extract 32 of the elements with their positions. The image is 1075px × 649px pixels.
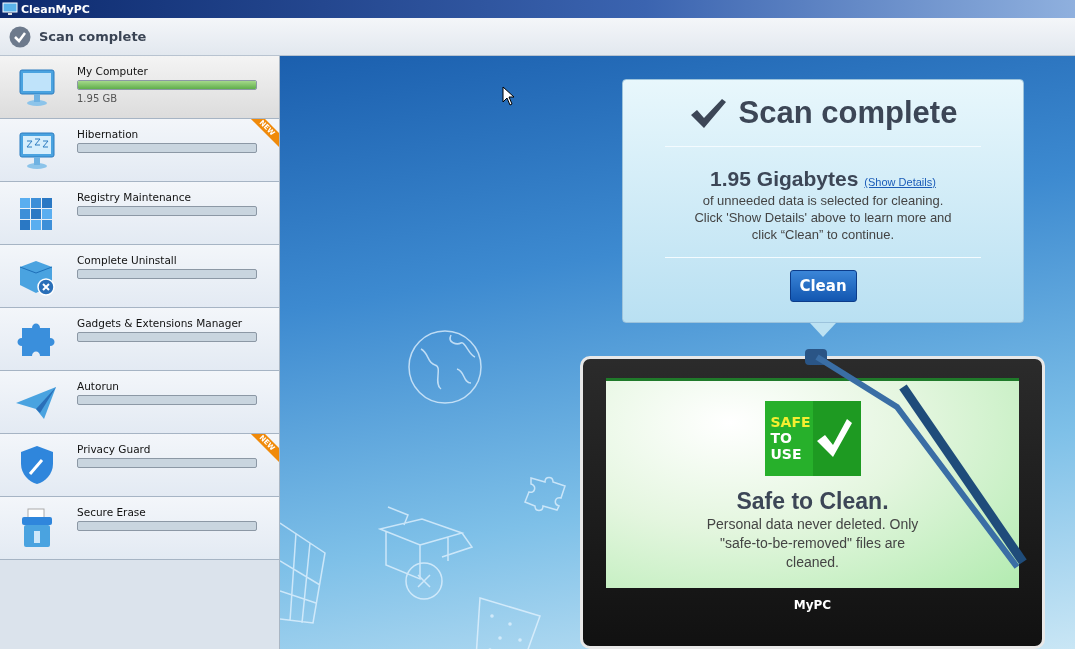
sidebar-item[interactable]: My Computer 1.95 GB [0,56,279,119]
item-size: 1.95 GB [77,93,119,104]
safe-message: Personal data never deleted. Only "safe-to-be-removed" files are cleaned. [705,514,920,572]
badge-word: SAFE [770,414,811,431]
popup-title: Scan complete [738,95,958,131]
data-amount: 1.95 Gigabytes [710,167,859,191]
badge-word: USE [770,446,803,463]
monitor-icon [2,2,18,16]
safe-heading: Safe to Clean. [736,487,889,515]
item-label: Complete Uninstall [77,254,178,266]
window-title: CleanMyPC [21,2,90,16]
item-label: Privacy Guard [77,443,152,455]
brand-label: MyPC [793,597,832,612]
item-label: Registry Maintenance [77,191,192,203]
item-label: Secure Erase [77,506,147,518]
item-label: Hibernation [77,128,140,140]
status-title: Scan complete [39,29,147,44]
item-label: My Computer [77,65,149,77]
check-circle-icon [9,25,31,48]
show-details-link[interactable]: (Show Details) [864,176,936,188]
sidebar-item[interactable]: Complete Uninstall [0,245,279,308]
sidebar-item[interactable]: Gadgets & Extensions Manager [0,308,279,371]
mouse-pointer-icon [502,86,514,106]
badge-word: TO [770,430,793,447]
sidebar-item[interactable]: Registry Maintenance [0,182,279,245]
callout-pointer [810,322,836,337]
item-label: Gadgets & Extensions Manager [77,317,244,329]
sidebar-item[interactable]: Secure Erase [0,497,279,560]
scan-message: of unneeded data is selected for cleaning. Click 'Show Details' above to learn more and click “Clean” to continue. [693,192,953,243]
sidebar-item[interactable]: Autorun [0,371,279,434]
clean-button[interactable]: Clean [789,270,857,302]
item-label: Autorun [77,380,120,392]
